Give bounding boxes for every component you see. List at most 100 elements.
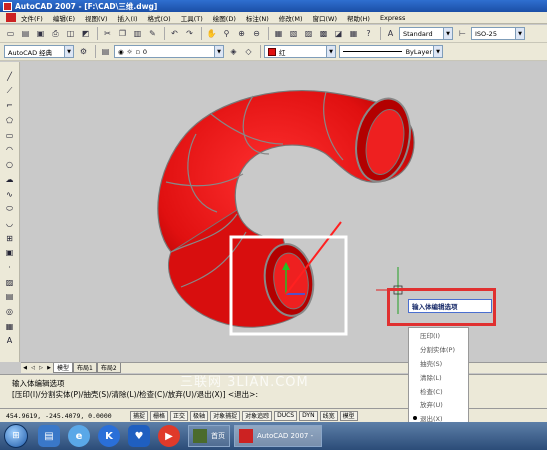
preview-icon[interactable]: ◫ (64, 27, 77, 40)
menu-edit[interactable]: 编辑(E) (48, 13, 80, 23)
hatch-icon[interactable]: ▨ (3, 276, 16, 289)
gradient-icon[interactable]: ▤ (3, 290, 16, 303)
table-icon[interactable]: ▦ (3, 320, 16, 333)
model-toggle[interactable]: 模型 (339, 410, 358, 421)
make-current-layer-icon[interactable]: ◈ (227, 45, 240, 58)
region-icon[interactable]: ◎ (3, 305, 16, 318)
insert-block-icon[interactable]: ⊞ (3, 232, 16, 245)
publish-icon[interactable]: ◩ (79, 27, 92, 40)
tab-layout1[interactable]: 布局1 (73, 363, 97, 373)
polygon-icon[interactable]: ⬠ (3, 114, 16, 127)
file-explorer-icon[interactable]: ▤ (38, 425, 60, 447)
text-style-select[interactable]: Standard ▼ (399, 27, 453, 40)
point-icon[interactable]: · (3, 261, 16, 274)
chevron-down-icon[interactable]: ▼ (326, 46, 335, 57)
save-icon[interactable]: ▣ (34, 27, 47, 40)
design-center-icon[interactable]: ▧ (287, 27, 300, 40)
chevron-down-icon[interactable]: ▼ (64, 46, 73, 57)
ellipse-icon[interactable]: ⬭ (3, 202, 16, 215)
properties-icon[interactable]: ▦ (272, 27, 285, 40)
pan-icon[interactable]: ✋ (205, 27, 218, 40)
tab-layout2[interactable]: 布局2 (96, 363, 121, 373)
otrack-toggle[interactable]: 对象追踪 (242, 410, 273, 421)
first-tab-icon[interactable]: ◀ (21, 364, 29, 373)
help-icon[interactable]: ? (362, 27, 375, 40)
menu-express[interactable]: Express (375, 14, 410, 22)
layer-previous-icon[interactable]: ◇ (242, 45, 255, 58)
layer-manager-icon[interactable]: ▤ (99, 45, 112, 58)
construction-line-icon[interactable]: ⟋ (3, 85, 16, 98)
menu-window[interactable]: 窗口(W) (307, 13, 342, 23)
calculator-icon[interactable]: ▦ (347, 27, 360, 40)
lineweight-toggle[interactable]: 线宽 (319, 410, 338, 421)
rectangle-icon[interactable]: ▭ (3, 129, 16, 142)
media-player-icon[interactable]: ▶ (158, 425, 180, 447)
snap-toggle[interactable]: 捕捉 (130, 410, 149, 421)
paste-icon[interactable]: ▥ (131, 27, 144, 40)
k-app-icon[interactable]: K (98, 425, 120, 447)
chevron-down-icon[interactable]: ▼ (443, 28, 452, 39)
menu-item-separate[interactable]: 分割实体(P) (409, 342, 468, 356)
taskbar-task-autocad[interactable]: AutoCAD 2007 - (234, 425, 322, 447)
menu-file[interactable]: 文件(F) (16, 13, 48, 23)
menu-item-imprint[interactable]: 压印(I) (409, 328, 468, 342)
color-select[interactable]: 红 ▼ (264, 45, 336, 58)
open-folder-icon[interactable]: ▤ (19, 27, 32, 40)
osnap-toggle[interactable]: 对象捕捉 (210, 410, 241, 421)
system-menu-icon[interactable] (6, 13, 16, 22)
make-block-icon[interactable]: ▣ (3, 246, 16, 259)
polar-toggle[interactable]: 极轴 (190, 410, 209, 421)
chevron-down-icon[interactable]: ▼ (433, 46, 442, 57)
menu-draw[interactable]: 绘图(D) (208, 13, 241, 23)
next-tab-icon[interactable]: ▷ (37, 364, 45, 373)
menu-item-clean[interactable]: 清除(L) (409, 370, 468, 384)
arc-icon[interactable]: ◠ (3, 143, 16, 156)
security-shield-icon[interactable]: ♥ (128, 425, 150, 447)
copy-icon[interactable]: ❐ (116, 27, 129, 40)
autocad-app-icon[interactable] (3, 1, 12, 11)
new-file-icon[interactable]: ▭ (4, 27, 17, 40)
undo-icon[interactable]: ↶ (168, 27, 181, 40)
tab-model[interactable]: 模型 (53, 363, 74, 373)
browser-icon[interactable]: e (68, 425, 90, 447)
plot-icon[interactable]: ⎙ (49, 27, 62, 40)
spline-icon[interactable]: ∿ (3, 188, 16, 201)
chevron-down-icon[interactable]: ▼ (214, 46, 223, 57)
workspace-settings-icon[interactable]: ⚙ (77, 45, 90, 58)
start-button[interactable]: ⊞ (4, 424, 28, 448)
sheet-set-icon[interactable]: ▩ (317, 27, 330, 40)
grid-toggle[interactable]: 栅格 (150, 410, 169, 421)
menu-view[interactable]: 视图(V) (80, 13, 113, 23)
workspace-select[interactable]: AutoCAD 经典 ▼ (4, 45, 74, 58)
linetype-select[interactable]: ByLayer ▼ (339, 45, 443, 58)
zoom-realtime-icon[interactable]: ⚲ (220, 27, 233, 40)
zoom-window-icon[interactable]: ⊕ (235, 27, 248, 40)
cut-icon[interactable]: ✂ (101, 27, 114, 40)
menu-tools[interactable]: 工具(T) (176, 13, 208, 23)
layer-select[interactable]: ◉ ☼ ▫ 0 ▼ (114, 45, 224, 58)
markup-icon[interactable]: ◪ (332, 27, 345, 40)
multiline-text-icon[interactable]: A (3, 334, 16, 347)
menu-item-shell[interactable]: 抽壳(S) (409, 356, 468, 370)
taskbar-task-home[interactable]: 首页 (188, 425, 230, 447)
tool-palettes-icon[interactable]: ▨ (302, 27, 315, 40)
ducs-toggle[interactable]: DUCS (274, 410, 298, 421)
match-properties-icon[interactable]: ✎ (146, 27, 159, 40)
zoom-previous-icon[interactable]: ⊖ (250, 27, 263, 40)
circle-icon[interactable]: ○ (3, 158, 16, 171)
menu-insert[interactable]: 插入(I) (113, 13, 143, 23)
dyn-toggle[interactable]: DYN (299, 410, 318, 421)
dim-style-select[interactable]: ISO-25 ▼ (471, 27, 525, 40)
menu-format[interactable]: 格式(O) (143, 13, 176, 23)
menu-item-undo[interactable]: 放弃(U) (409, 397, 468, 411)
ortho-toggle[interactable]: 正交 (170, 410, 189, 421)
last-tab-icon[interactable]: ▶ (45, 364, 53, 373)
chevron-down-icon[interactable]: ▼ (515, 28, 524, 39)
line-icon[interactable]: ╱ (3, 70, 16, 83)
revision-cloud-icon[interactable]: ☁ (3, 173, 16, 186)
menu-item-check[interactable]: 检查(C) (409, 384, 468, 398)
menu-help[interactable]: 帮助(H) (342, 13, 375, 23)
polyline-icon[interactable]: ⌐ (3, 99, 16, 112)
ellipse-arc-icon[interactable]: ◡ (3, 217, 16, 230)
menu-modify[interactable]: 修改(M) (274, 13, 308, 23)
